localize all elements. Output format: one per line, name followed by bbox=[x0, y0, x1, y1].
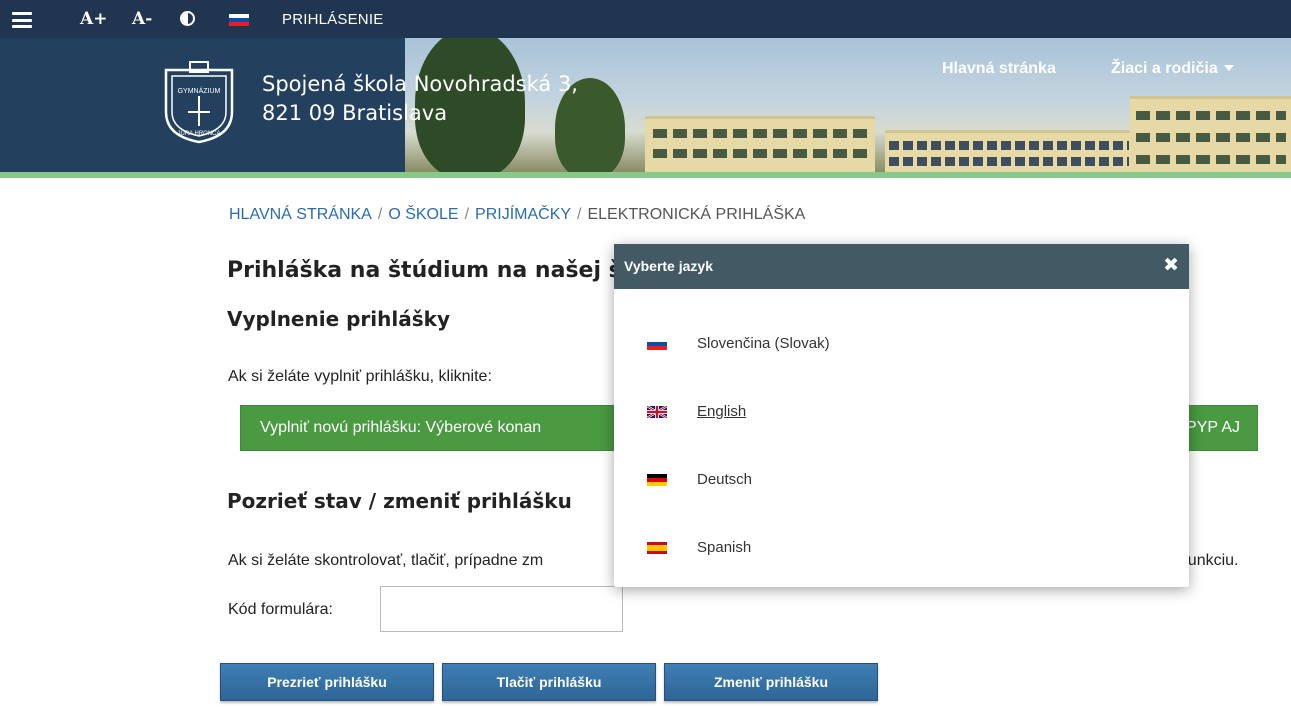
nav-students-label: Žiaci a rodičia bbox=[1111, 60, 1218, 77]
page-title: Prihláška na štúdium na našej š bbox=[227, 258, 622, 283]
school-name-line2: 821 09 Bratislava bbox=[262, 101, 448, 125]
new-application-label-end: PYP AJ bbox=[1186, 419, 1240, 436]
school-crest-logo: GYMNÁZIUM JURA HRONCA bbox=[164, 61, 234, 144]
font-decrease-button[interactable]: A- bbox=[132, 9, 152, 29]
edit-application-button[interactable]: Zmeniť prihlášku bbox=[664, 663, 878, 701]
status-instructions: Ak si želáte skontrolovať, tlačiť, prípa… bbox=[228, 552, 544, 569]
flag-slovakia-icon bbox=[647, 338, 667, 350]
font-increase-button[interactable]: A+ bbox=[80, 9, 107, 29]
language-option-label: Slovenčina (Slovak) bbox=[697, 335, 830, 352]
login-link[interactable]: PRIHLÁSENIE bbox=[282, 11, 383, 28]
language-option-spanish[interactable]: Spanish bbox=[614, 524, 1189, 574]
flag-slovakia-icon[interactable] bbox=[229, 14, 249, 26]
language-option-german[interactable]: Deutsch bbox=[614, 456, 1189, 506]
nav-home-link[interactable]: Hlavná stránka bbox=[942, 60, 1056, 78]
breadcrumb-admissions[interactable]: PRIJÍMAČKY bbox=[475, 206, 571, 223]
form-code-input[interactable] bbox=[380, 586, 623, 632]
svg-text:GYMNÁZIUM: GYMNÁZIUM bbox=[178, 86, 221, 95]
breadcrumb: HLAVNÁ STRÁNKA / O ŠKOLE / PRIJÍMAČKY / ELEKTR… bbox=[229, 206, 806, 223]
language-option-label: Deutsch bbox=[697, 471, 753, 488]
view-application-button[interactable]: Prezrieť prihlášku bbox=[220, 663, 434, 701]
print-application-button[interactable]: Tlačiť prihlášku bbox=[442, 663, 656, 701]
header-accent-strip bbox=[0, 172, 1291, 178]
language-option-label: Spanish bbox=[697, 539, 752, 556]
hamburger-menu-icon[interactable] bbox=[12, 12, 32, 28]
language-option-slovak[interactable]: Slovenčina (Slovak) bbox=[614, 320, 1189, 370]
close-icon[interactable]: ✖ bbox=[1163, 254, 1179, 276]
fill-form-instructions: Ak si želáte vyplniť prihlášku, kliknite… bbox=[228, 368, 492, 385]
school-name: Spojená škola Novohradská 3, 821 09 Brat… bbox=[262, 70, 578, 128]
accessibility-toolbar: A+ A- PRIHLÁSENIE bbox=[0, 0, 1291, 38]
caret-down-icon bbox=[1223, 65, 1234, 71]
language-dialog-header: Vyberte jazyk ✖ bbox=[614, 244, 1189, 289]
fill-form-heading: Vyplnenie prihlášky bbox=[227, 307, 450, 331]
flag-spain-icon bbox=[647, 542, 667, 554]
flag-germany-icon bbox=[647, 474, 667, 486]
breadcrumb-current: ELEKTRONICKÁ PRIHLÁŠKA bbox=[587, 206, 806, 223]
language-option-label: English bbox=[697, 403, 747, 420]
language-option-english[interactable]: English bbox=[614, 388, 1189, 438]
school-name-line1: Spojená škola Novohradská 3, bbox=[262, 72, 578, 96]
new-application-label: Vyplniť novú prihlášku: Výberové konan bbox=[260, 419, 542, 436]
contrast-icon[interactable] bbox=[180, 11, 195, 26]
nav-students-parents-dropdown[interactable]: Žiaci a rodičia bbox=[1111, 60, 1234, 78]
flag-uk-icon bbox=[647, 406, 667, 418]
site-header: GYMNÁZIUM JURA HRONCA Spojená škola Novo… bbox=[0, 38, 1291, 172]
language-dialog-title: Vyberte jazyk bbox=[624, 258, 713, 274]
breadcrumb-home[interactable]: HLAVNÁ STRÁNKA bbox=[229, 206, 372, 223]
svg-text:JURA HRONCA: JURA HRONCA bbox=[177, 131, 220, 137]
form-code-label: Kód formulára: bbox=[228, 601, 333, 618]
status-heading: Pozrieť stav / zmeniť prihlášku bbox=[227, 489, 572, 513]
language-dialog: Vyberte jazyk ✖ Slovenčina (Slovak) Engl… bbox=[614, 244, 1189, 587]
breadcrumb-about[interactable]: O ŠKOLE bbox=[388, 206, 458, 223]
